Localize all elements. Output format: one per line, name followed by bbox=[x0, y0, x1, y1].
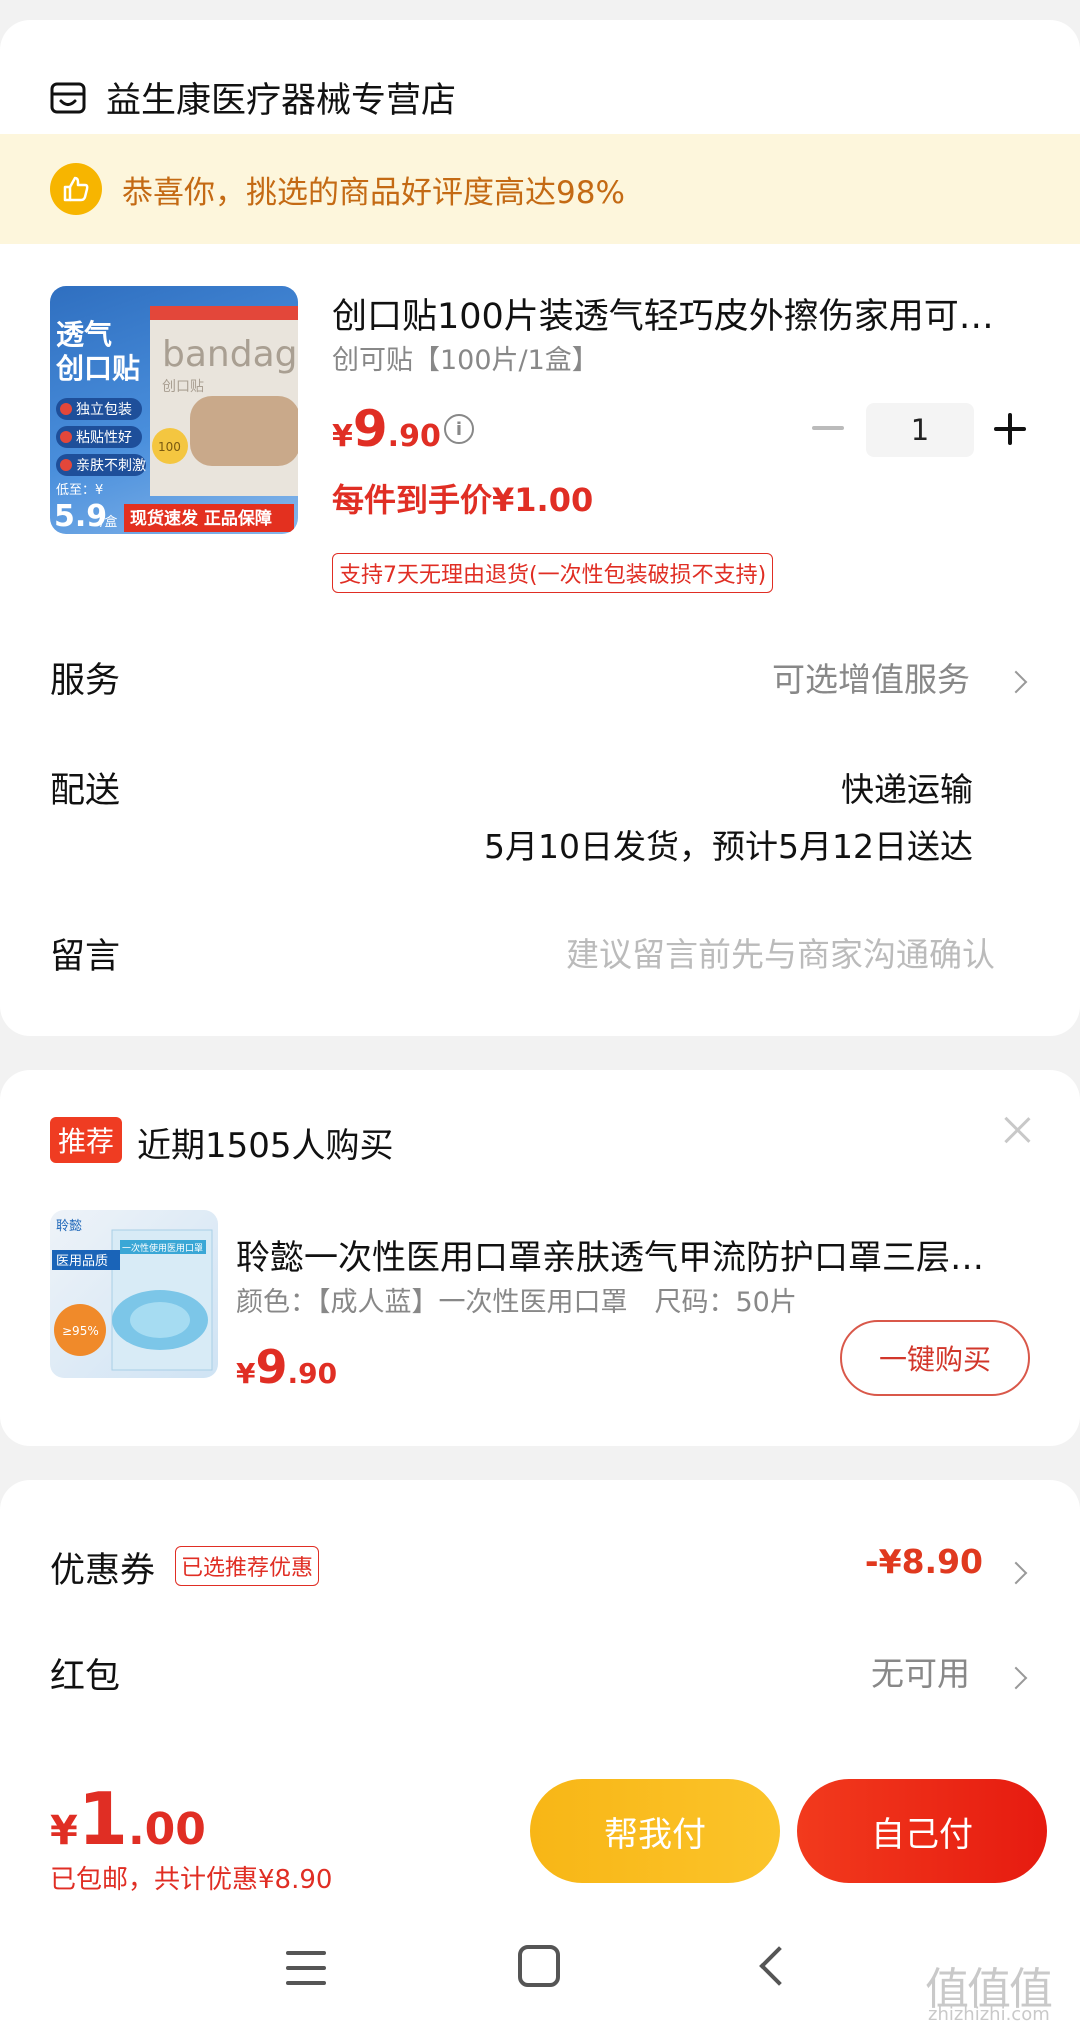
payment-bar: ¥ 1 .00 已包邮，共计优惠¥8.90 帮我付 自己付 bbox=[0, 1763, 1080, 1923]
delivery-schedule: 5月10日发货，预计5月12日送达 bbox=[484, 827, 973, 866]
redpacket-chevron-icon[interactable] bbox=[1004, 1666, 1028, 1690]
badge-line-1: 透气 bbox=[56, 318, 112, 351]
praise-banner: 恭喜你，挑选的商品好评度高达98% bbox=[0, 134, 1080, 244]
mask-brand: 聆懿 bbox=[56, 1219, 82, 1234]
total-currency: ¥ bbox=[50, 1808, 78, 1854]
price-integer: 9 bbox=[352, 400, 388, 458]
unit-price: 每件到手价¥1.00 bbox=[332, 481, 594, 519]
reco-price-integer: 9 bbox=[255, 1340, 288, 1394]
recommendation-card: 推荐 近期1505人购买 一次性使用医用口罩 医用品质 聆懿 ≥95% 聆懿一次… bbox=[0, 1070, 1080, 1446]
redpacket-value[interactable]: 无可用 bbox=[871, 1647, 970, 1695]
reco-price-decimal: .90 bbox=[287, 1357, 338, 1390]
recommend-product-spec: 颜色：【成人蓝】一次性医用口罩 尺码：50片 bbox=[236, 1287, 797, 1318]
feature-2: 粘贴性好 bbox=[76, 430, 132, 446]
badge-line-2: 创口贴 bbox=[55, 352, 140, 385]
total-decimal: .00 bbox=[127, 1804, 206, 1855]
box-brand: bandage bbox=[162, 334, 298, 375]
home-icon[interactable] bbox=[518, 1945, 560, 1987]
service-value[interactable]: 可选增值服务 bbox=[772, 653, 970, 701]
product-image[interactable]: bandage 创口贴 100 透气 创口贴 独立包装 粘贴性好 亲肤不刺激 低… bbox=[50, 286, 298, 534]
service-chevron-icon[interactable] bbox=[1004, 670, 1028, 694]
total-price: ¥ 1 .00 bbox=[50, 1777, 206, 1861]
price-decimal: .90 bbox=[387, 419, 441, 454]
thumbs-up-icon bbox=[50, 163, 102, 215]
price-currency: ¥ bbox=[332, 419, 353, 454]
total-integer: 1 bbox=[77, 1777, 128, 1861]
feature-3: 亲肤不刺激 bbox=[76, 457, 146, 474]
message-input[interactable]: 建议留言前先与商家沟通确认 bbox=[566, 928, 995, 976]
image-footer: 现货速发 正品保障 bbox=[130, 508, 272, 529]
recent-apps-icon[interactable] bbox=[286, 1949, 326, 1987]
info-icon[interactable]: i bbox=[444, 414, 474, 444]
coupon-chevron-icon[interactable] bbox=[1004, 1561, 1028, 1585]
close-icon[interactable] bbox=[1002, 1115, 1032, 1145]
low-unit: /盒 bbox=[100, 514, 117, 530]
back-icon[interactable] bbox=[759, 1946, 799, 1986]
recommend-badge: 推荐 bbox=[50, 1117, 123, 1163]
store-icon bbox=[50, 82, 86, 113]
product-spec[interactable]: 创可贴【100片/1盒】 bbox=[332, 338, 599, 377]
reco-price-currency: ¥ bbox=[236, 1357, 256, 1390]
quantity-decrease-button[interactable] bbox=[812, 426, 844, 430]
product-title[interactable]: 创口贴100片装透气轻巧皮外擦伤家用可… bbox=[332, 288, 1032, 339]
help-pay-button[interactable]: 帮我付 bbox=[530, 1779, 780, 1883]
self-pay-button[interactable]: 自己付 bbox=[797, 1779, 1047, 1883]
service-label: 服务 bbox=[50, 661, 121, 701]
mask-box-text: 一次性使用医用口罩 bbox=[122, 1242, 203, 1254]
total-note: 已包邮，共计优惠¥8.90 bbox=[50, 1865, 333, 1895]
feature-1: 独立包装 bbox=[76, 402, 132, 418]
quantity-input[interactable]: 1 bbox=[866, 403, 974, 457]
one-click-buy-button[interactable]: 一键购买 bbox=[840, 1320, 1030, 1396]
return-policy-tag: 支持7天无理由退货(一次性包装破损不支持) bbox=[332, 553, 774, 593]
message-label: 留言 bbox=[50, 937, 121, 977]
delivery-method: 快递运输 bbox=[841, 770, 973, 809]
low-label: 低至：¥ bbox=[56, 483, 103, 498]
product-price: ¥ 9 .90 bbox=[332, 400, 441, 458]
delivery-label: 配送 bbox=[50, 771, 121, 811]
store-header[interactable]: 益生康医疗器械专营店 bbox=[50, 72, 456, 123]
store-name: 益生康医疗器械专营店 bbox=[106, 81, 457, 121]
quantity-increase-button[interactable] bbox=[994, 413, 1026, 445]
recommend-product-name[interactable]: 聆懿一次性医用口罩亲肤透气甲流防护口罩三层… bbox=[236, 1230, 1036, 1279]
watermark-url: zhizhizhi.com bbox=[928, 2004, 1050, 2025]
banner-text: 恭喜你，挑选的商品好评度高达98% bbox=[122, 174, 625, 211]
recommend-title: 近期1505人购买 bbox=[137, 1126, 394, 1166]
recommend-product-price: ¥ 9 .90 bbox=[236, 1340, 337, 1394]
coupon-label: 优惠券 bbox=[50, 1551, 156, 1591]
coupon-value[interactable]: -¥8.90 bbox=[865, 1542, 983, 1581]
mask-tag: 医用品质 bbox=[56, 1254, 108, 1269]
mask-rate: ≥95% bbox=[62, 1324, 99, 1338]
order-card: 益生康医疗器械专营店 恭喜你，挑选的商品好评度高达98% bandage 创口贴… bbox=[0, 20, 1080, 1036]
redpacket-label: 红包 bbox=[50, 1657, 121, 1697]
system-nav-bar bbox=[0, 1923, 1080, 2031]
recommend-product-image[interactable]: 一次性使用医用口罩 医用品质 聆懿 ≥95% bbox=[50, 1210, 218, 1378]
coupon-selected-tag: 已选推荐优惠 bbox=[175, 1546, 320, 1586]
box-sub: 创口贴 bbox=[162, 379, 204, 395]
box-count: 100 bbox=[158, 440, 181, 454]
